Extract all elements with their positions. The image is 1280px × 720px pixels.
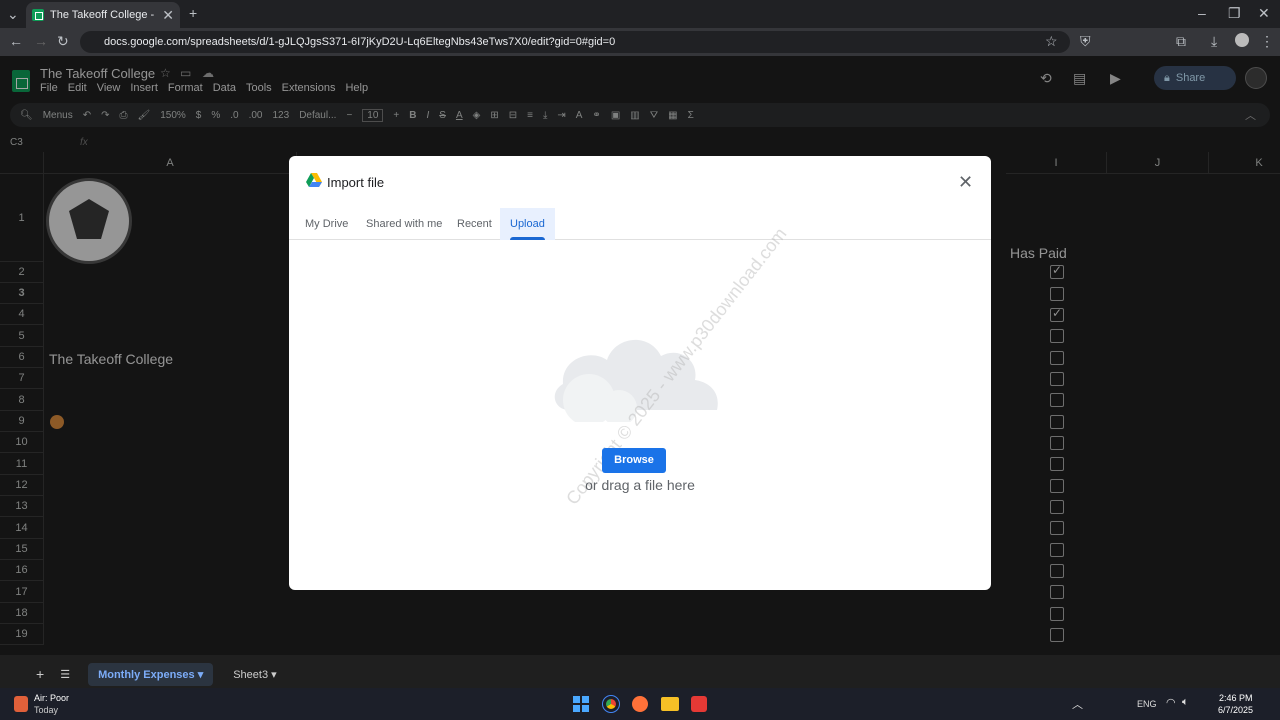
weather-title[interactable]: Air: Poor [34, 693, 69, 703]
address-bar[interactable]: docs.google.com/spreadsheets/d/1-gJLQJgs… [80, 31, 1070, 53]
app-icon[interactable] [691, 696, 707, 712]
close-icon[interactable]: ✕ [958, 172, 973, 193]
chrome-icon[interactable] [602, 695, 620, 713]
tab-search-icon[interactable]: ⌄ [7, 7, 19, 21]
new-tab-icon[interactable]: + [189, 6, 197, 20]
wifi-icon[interactable]: ◠ [1166, 696, 1176, 709]
volume-icon[interactable]: 🔈︎ [1182, 696, 1189, 709]
weather-subtitle: Today [34, 705, 59, 715]
google-drive-icon [306, 173, 322, 187]
sheets-favicon-icon [32, 9, 44, 21]
sheet-tab-bar: + ☰ Monthly Expenses ▾ Sheet3 ▾ [0, 660, 1280, 688]
mouse-cursor-icon [558, 304, 564, 316]
restore-icon[interactable]: ❐ [1228, 6, 1241, 20]
tray-overflow-icon[interactable]: ︿ [1072, 696, 1083, 712]
sheet-tab-label: Sheet3 [233, 668, 269, 681]
tab-upload[interactable]: Upload [500, 208, 555, 240]
tab-title: The Takeoff College - Google Sh [50, 9, 156, 21]
add-sheet-icon[interactable]: + [36, 666, 44, 682]
close-window-icon[interactable]: ✕ [1258, 6, 1270, 20]
start-icon[interactable] [573, 696, 589, 712]
dialog-title: Import file [327, 175, 385, 190]
weather-icon[interactable] [14, 696, 28, 712]
browser-toolbar: ← → ↻ docs.google.com/spreadsheets/d/1-g… [0, 28, 1280, 56]
browser-tab[interactable]: The Takeoff College - Google Sh ✕ [26, 2, 180, 28]
tab-my-drive[interactable]: My Drive [295, 208, 358, 240]
clock-time[interactable]: 2:46 PM [1219, 693, 1253, 703]
back-icon[interactable]: ← [9, 34, 23, 48]
url-text: docs.google.com/spreadsheets/d/1-gJLQJgs… [104, 36, 616, 48]
sheet-tab-label: Monthly Expenses [98, 668, 195, 681]
reload-icon[interactable]: ↻ [57, 34, 69, 48]
browser-menu-icon[interactable]: ⋮ [1260, 34, 1274, 48]
drag-hint: or drag a file here [585, 477, 695, 493]
browse-button[interactable]: Browse [602, 448, 666, 473]
firefox-icon[interactable] [632, 696, 648, 712]
extension-shield-icon[interactable]: ⛨ [1080, 34, 1091, 48]
clock-date[interactable]: 6/7/2025 [1218, 705, 1253, 715]
dialog-tabs: My Drive Shared with me Recent Upload [289, 208, 991, 240]
language-indicator[interactable]: ENG [1137, 699, 1157, 709]
sheet-tab-monthly-expenses[interactable]: Monthly Expenses ▾ [88, 662, 214, 686]
download-icon[interactable]: ⤓ [1211, 34, 1217, 48]
sheet-tab-sheet3[interactable]: Sheet3 ▾ [223, 663, 286, 686]
file-explorer-icon[interactable] [661, 697, 679, 711]
minimize-icon[interactable]: – [1198, 6, 1206, 20]
browser-tabstrip: ⌄ The Takeoff College - Google Sh ✕ + – … [0, 0, 1280, 28]
bookmark-star-icon[interactable]: ☆ [1045, 34, 1058, 48]
extensions-icon[interactable]: ⧉ [1176, 34, 1186, 48]
import-file-dialog: Import file ✕ My Drive Shared with me Re… [289, 156, 991, 590]
close-tab-icon[interactable]: ✕ [162, 8, 174, 22]
tab-shared-with-me[interactable]: Shared with me [356, 208, 452, 240]
forward-icon[interactable]: → [34, 34, 48, 48]
windows-taskbar: Air: Poor Today ︿ ENG ◠ 🔈︎ 2:46 PM 6/7/2… [0, 688, 1280, 720]
profile-avatar[interactable] [1235, 33, 1249, 47]
all-sheets-icon[interactable]: ☰ [60, 668, 70, 681]
tab-recent[interactable]: Recent [447, 208, 502, 240]
